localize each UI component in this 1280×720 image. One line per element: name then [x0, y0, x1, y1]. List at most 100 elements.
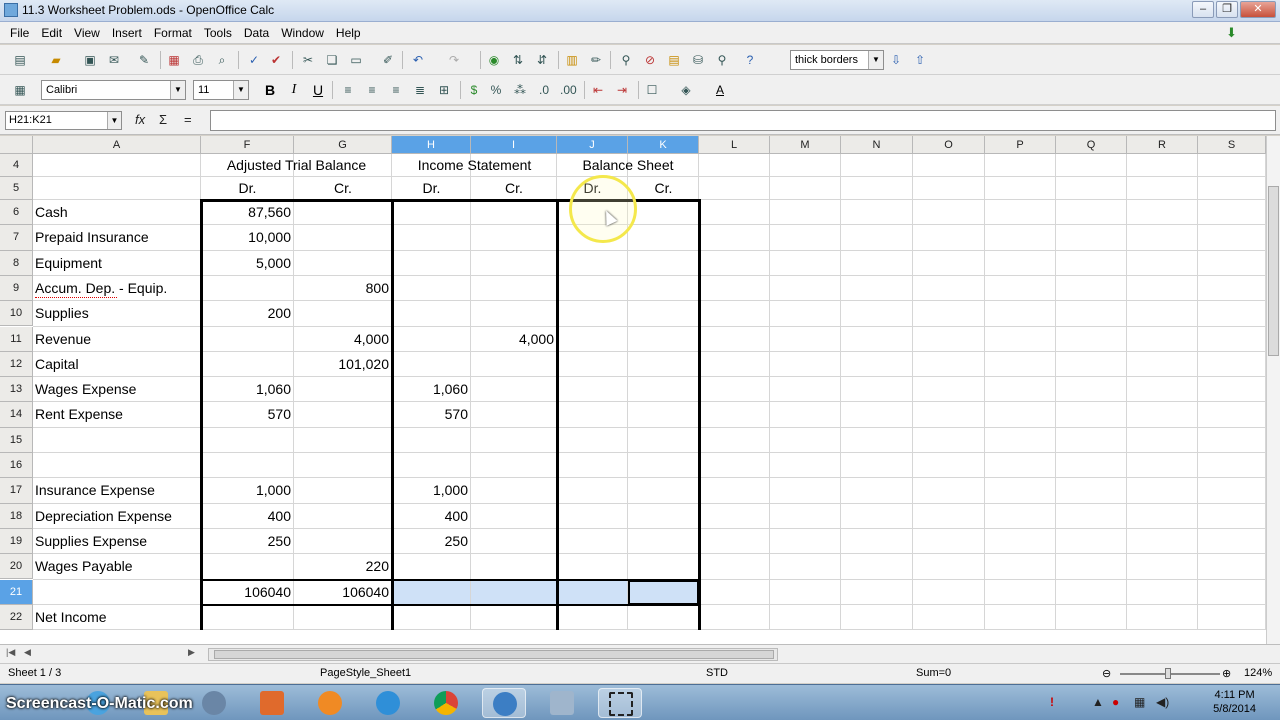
column-header-j[interactable]: J [557, 136, 628, 154]
restore-button[interactable]: ❐ [1216, 1, 1238, 18]
account-name-cell[interactable]: Net Income [33, 605, 201, 630]
vertical-scrollbar[interactable] [1266, 136, 1280, 644]
align-right-icon[interactable]: ≡ [388, 82, 404, 98]
amount-cell-g[interactable] [294, 605, 392, 630]
page-preview-icon[interactable]: ⌕ [214, 52, 230, 68]
account-name-cell[interactable] [33, 428, 201, 453]
account-name-cell[interactable] [33, 580, 201, 605]
header-cr-k[interactable]: Cr. [628, 177, 699, 200]
open-folder-icon[interactable]: ▰ [48, 52, 64, 68]
amount-cell-f[interactable] [201, 453, 294, 478]
standard-format-icon[interactable]: ⁂ [512, 82, 528, 98]
amount-cell-f[interactable] [201, 554, 294, 579]
row-header-20[interactable]: 20 [0, 554, 33, 580]
hyperlink-icon[interactable]: ◉ [486, 52, 502, 68]
currency-icon[interactable]: $ [466, 82, 482, 98]
amount-cell-f[interactable]: 1,000 [201, 478, 294, 503]
copy-icon[interactable]: ❏ [324, 52, 340, 68]
align-center-icon[interactable]: ≡ [364, 82, 380, 98]
amount-cell-f[interactable] [201, 327, 294, 352]
amount-cell-i[interactable] [471, 352, 557, 377]
formula-input[interactable] [210, 110, 1276, 131]
row-header-5[interactable]: 5 [0, 177, 33, 200]
account-name-cell[interactable]: Rent Expense [33, 402, 201, 427]
amount-cell-h[interactable] [392, 251, 471, 276]
styles-icon[interactable]: ▦ [12, 82, 28, 98]
menu-view[interactable]: View [68, 26, 106, 40]
row-header-10[interactable]: 10 [0, 301, 33, 327]
menu-format[interactable]: Format [148, 26, 198, 40]
account-name-cell[interactable] [33, 453, 201, 478]
amount-cell-i[interactable] [471, 504, 557, 529]
amount-cell-f[interactable]: 87,560 [201, 200, 294, 225]
amount-cell-h[interactable] [392, 200, 471, 225]
amount-cell-i[interactable] [471, 453, 557, 478]
amount-cell-h[interactable] [392, 554, 471, 579]
header-cr-i[interactable]: Cr. [471, 177, 557, 200]
row-header-21[interactable]: 21 [0, 579, 33, 605]
decrease-indent-icon[interactable]: ⇤ [590, 82, 606, 98]
amount-cell-f[interactable]: 570 [201, 402, 294, 427]
amount-cell-f[interactable]: 400 [201, 504, 294, 529]
column-header-i[interactable]: I [471, 136, 557, 154]
amount-cell-f[interactable] [201, 352, 294, 377]
borders-icon[interactable]: ☐ [644, 82, 660, 98]
active-cell-cursor[interactable] [628, 579, 699, 605]
menu-help[interactable]: Help [330, 26, 367, 40]
row-header-9[interactable]: 9 [0, 275, 33, 302]
underline-icon[interactable]: U [310, 82, 326, 98]
amount-cell-i[interactable] [471, 428, 557, 453]
account-name-cell[interactable]: Supplies [33, 301, 201, 326]
amount-cell-i[interactable] [471, 478, 557, 503]
delete-decimal-icon[interactable]: .00 [560, 82, 577, 98]
row-header-22[interactable]: 22 [0, 604, 33, 631]
tray-app-icon[interactable]: ● [1112, 695, 1119, 709]
sort-ascending-icon[interactable]: ⇅ [510, 52, 526, 68]
amount-cell-i[interactable] [471, 276, 557, 301]
amount-cell-h[interactable] [392, 301, 471, 326]
amount-cell-h[interactable] [392, 327, 471, 352]
amount-cell-h[interactable] [392, 352, 471, 377]
amount-cell-f[interactable]: 10,000 [201, 225, 294, 250]
amount-cell-f[interactable]: 250 [201, 529, 294, 554]
navigator-icon[interactable]: ⊘ [642, 52, 658, 68]
column-header-o[interactable]: O [913, 136, 985, 154]
amount-cell-f[interactable]: 5,000 [201, 251, 294, 276]
amount-cell-i[interactable] [471, 529, 557, 554]
arrow-up-icon[interactable]: ⇧ [912, 52, 928, 68]
print-icon[interactable]: ⎙ [190, 52, 206, 68]
autospellcheck-icon[interactable]: ✔ [268, 52, 284, 68]
amount-cell-g[interactable]: 106040 [294, 580, 392, 605]
amount-cell-g[interactable] [294, 377, 392, 402]
equals-icon[interactable]: = [184, 112, 192, 127]
spellcheck-icon[interactable]: ✓ [246, 52, 262, 68]
amount-cell-h[interactable] [392, 225, 471, 250]
amount-cell-h[interactable] [392, 428, 471, 453]
edit-file-icon[interactable]: ✎ [136, 52, 152, 68]
column-header-q[interactable]: Q [1056, 136, 1127, 154]
amount-cell-g[interactable] [294, 225, 392, 250]
amount-cell-h[interactable]: 1,060 [392, 377, 471, 402]
account-name-cell[interactable]: Equipment [33, 251, 201, 276]
amount-cell-h[interactable]: 1,000 [392, 478, 471, 503]
zoom-out-icon[interactable]: ⊖ [1102, 667, 1111, 680]
save-icon[interactable]: ▣ [82, 52, 98, 68]
function-wizard-icon[interactable]: fx [135, 112, 145, 127]
taskbar-app6[interactable] [366, 688, 410, 718]
new-document-icon[interactable]: ▤ [12, 52, 28, 68]
taskbar-office[interactable] [250, 688, 294, 718]
amount-cell-i[interactable] [471, 225, 557, 250]
undo-icon[interactable]: ↶ [410, 52, 426, 68]
paste-icon[interactable]: ▭ [348, 52, 364, 68]
header-dr-f[interactable]: Dr. [201, 177, 294, 200]
header-cr-g[interactable]: Cr. [294, 177, 392, 200]
zoom-in-icon[interactable]: ⊕ [1222, 667, 1231, 680]
justify-icon[interactable]: ≣ [412, 82, 428, 98]
help-icon[interactable]: ? [742, 52, 758, 68]
taskbar-recorder[interactable] [598, 688, 642, 718]
amount-cell-g[interactable] [294, 428, 392, 453]
align-left-icon[interactable]: ≡ [340, 82, 356, 98]
amount-cell-h[interactable] [392, 580, 471, 605]
amount-cell-g[interactable]: 800 [294, 276, 392, 301]
amount-cell-i[interactable] [471, 605, 557, 630]
